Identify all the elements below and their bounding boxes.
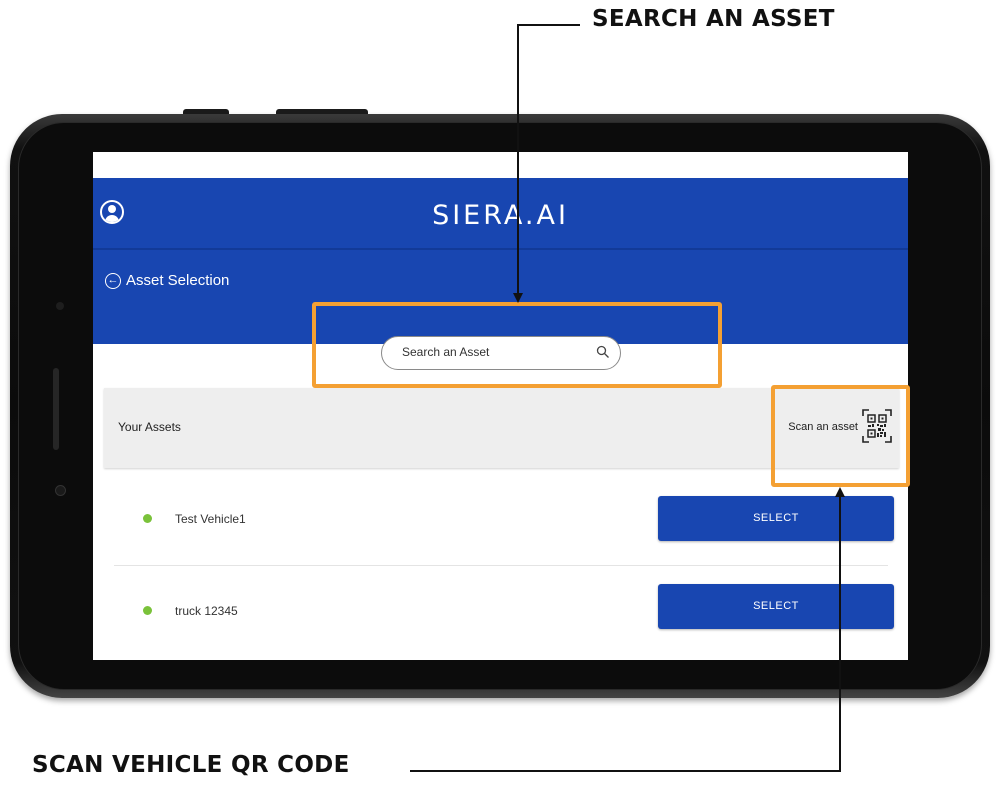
- search-highlight-box: [312, 302, 722, 388]
- back-arrow-icon[interactable]: ←: [105, 273, 121, 289]
- status-dot: [143, 606, 152, 615]
- select-button[interactable]: SELECT: [658, 584, 894, 629]
- tablet-home-key: [53, 368, 59, 450]
- asset-name: Test Vehicle1: [175, 512, 246, 526]
- page-title: Asset Selection: [126, 272, 230, 289]
- tablet-sensor: [56, 302, 64, 310]
- asset-row: truck 12345 SELECT: [114, 566, 894, 652]
- select-button[interactable]: SELECT: [658, 496, 894, 541]
- brand-logo: SIERA.AI: [432, 200, 569, 231]
- search-asset-callout: SEARCH AN ASSET: [592, 6, 835, 32]
- asset-name: truck 12345: [175, 604, 238, 618]
- your-assets-title: Your Assets: [118, 420, 181, 434]
- header-divider: [93, 248, 908, 250]
- tablet-camera: [55, 485, 66, 496]
- asset-row: Test Vehicle1 SELECT: [114, 474, 894, 560]
- scan-qr-callout: SCAN VEHICLE QR CODE: [32, 752, 350, 778]
- scan-highlight-box: [771, 385, 910, 487]
- status-dot: [143, 514, 152, 523]
